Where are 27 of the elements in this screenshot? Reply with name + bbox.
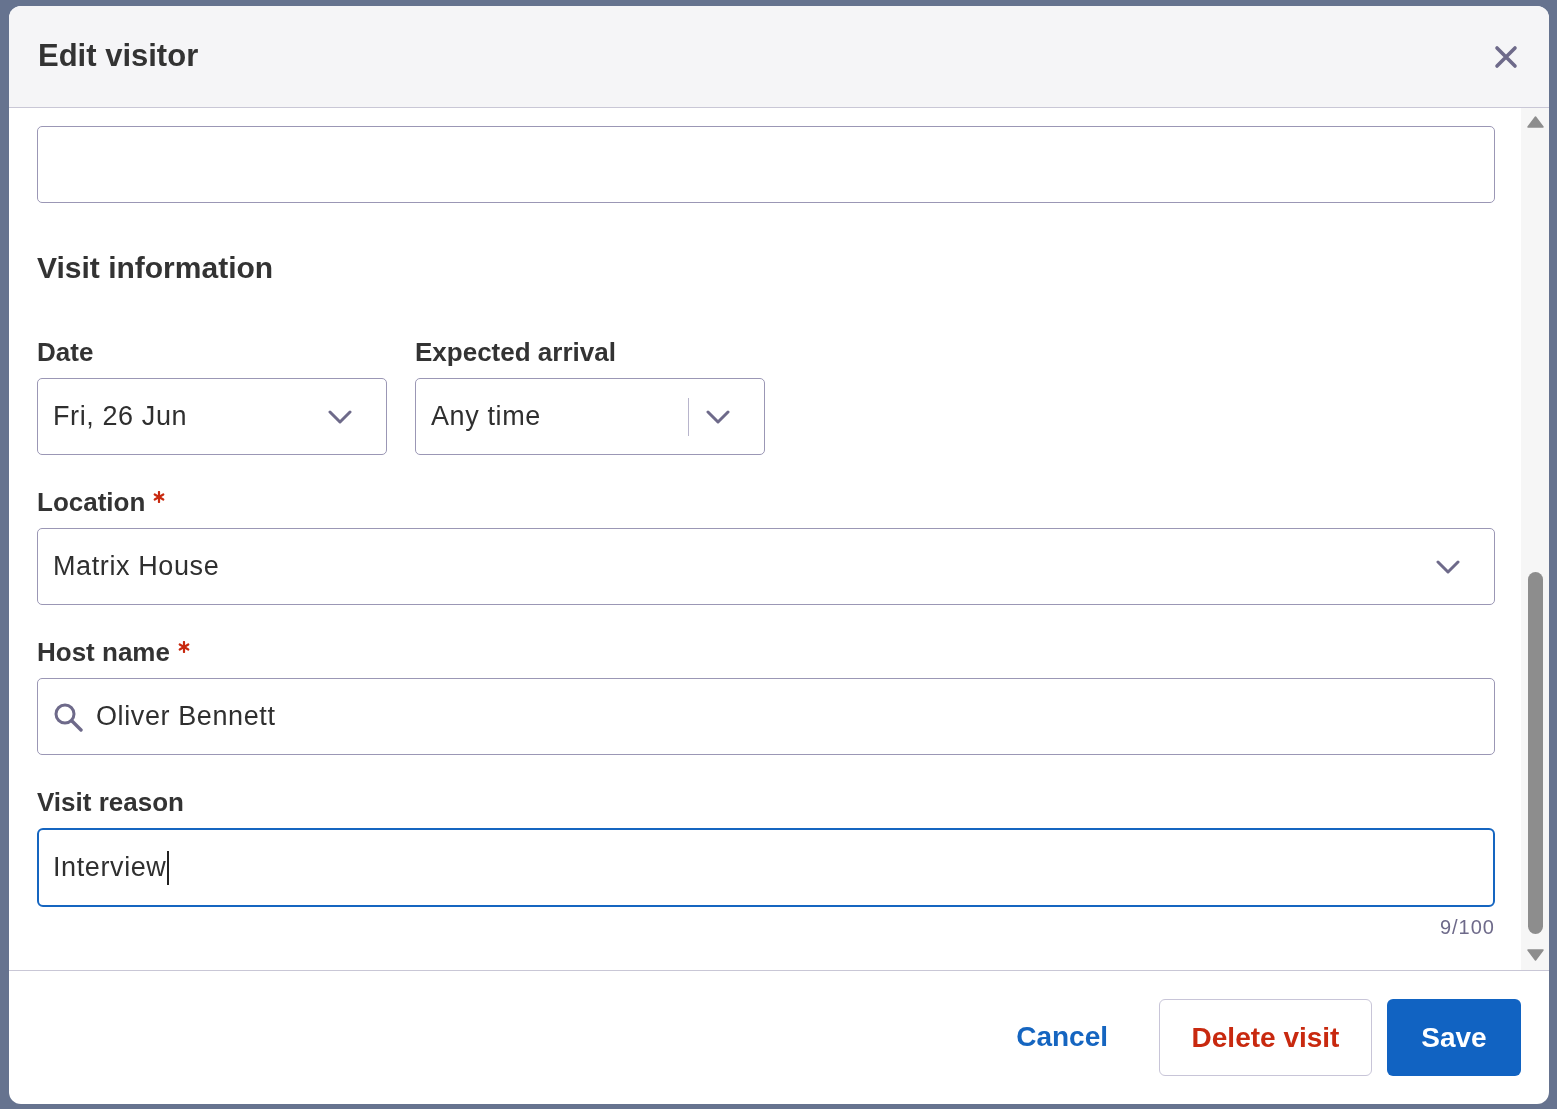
text-cursor-icon [167, 850, 170, 885]
chevron-down-icon [1436, 559, 1460, 574]
field-label: Host name [37, 638, 170, 666]
close-icon [1494, 44, 1518, 69]
cancel-link[interactable]: Cancel [1016, 1019, 1108, 1055]
search-icon [53, 701, 83, 732]
section-heading: Visit information [37, 250, 275, 286]
field-label: Date [37, 338, 94, 366]
text-field[interactable]: Interview [37, 828, 1495, 907]
delete-button[interactable]: Delete visit [1159, 999, 1372, 1076]
dropdown-field[interactable]: Matrix House [37, 528, 1495, 605]
field-label: Location [37, 488, 146, 516]
field-label: Expected arrival [415, 338, 616, 366]
input-field[interactable] [37, 126, 1495, 203]
save-button[interactable]: Save [1387, 999, 1521, 1076]
dropdown-field[interactable]: Any time [415, 378, 765, 455]
character-counter: 9/100 [1439, 916, 1495, 938]
search-field[interactable]: Oliver Bennett [37, 678, 1495, 755]
scroll-down-arrow-icon[interactable] [1526, 949, 1544, 961]
field-label: Visit reason [37, 788, 184, 816]
scrollbar-track[interactable] [1521, 108, 1549, 970]
scroll-up-arrow-icon[interactable] [1526, 116, 1544, 128]
chevron-down-icon [328, 409, 352, 424]
chevron-down-icon [706, 409, 730, 424]
dialog-title: Edit visitor [38, 37, 199, 76]
dropdown-field[interactable]: Fri, 26 Jun [37, 378, 387, 455]
scrollbar-thumb[interactable] [1527, 572, 1543, 934]
